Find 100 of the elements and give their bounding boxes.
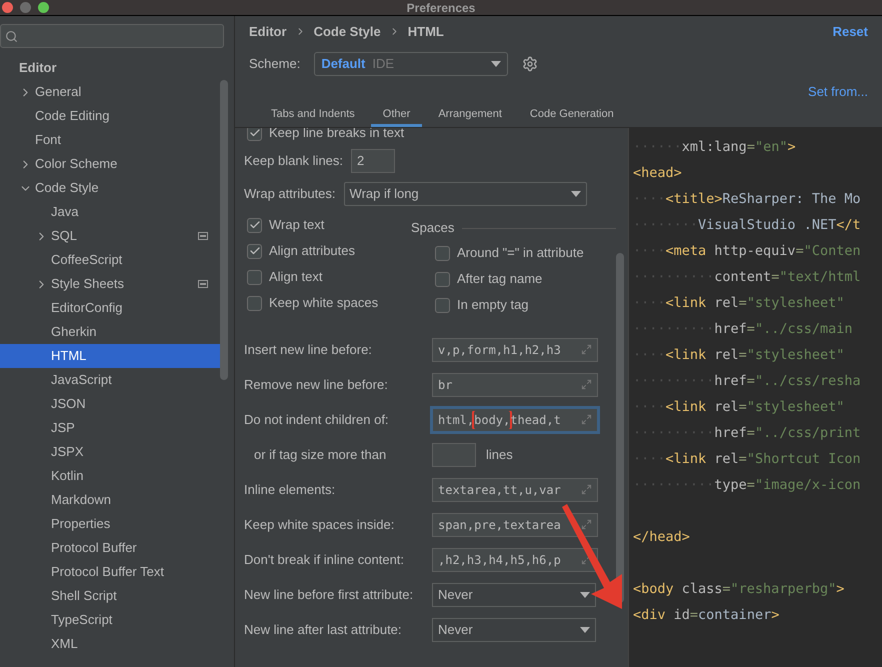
tab[interactable]: Tabs and Indents — [259, 105, 367, 127]
dropdown[interactable]: Wrap if long — [344, 182, 587, 206]
sidebar-item[interactable]: Code Editing — [0, 104, 220, 128]
caret-icon — [570, 191, 581, 197]
sidebar-item[interactable]: Kotlin — [0, 464, 220, 488]
checkbox-label: Around "=" in attribute — [457, 244, 584, 262]
expand-icon[interactable] — [581, 379, 592, 390]
dropdown[interactable]: Never — [432, 618, 596, 642]
checkbox[interactable] — [247, 296, 262, 310]
checkbox-label: Wrap text — [269, 216, 324, 234]
field-text: v,p,form,h1,h2,h3 — [438, 342, 561, 358]
zoom-button[interactable] — [38, 2, 49, 13]
sidebar-item[interactable]: HTML — [0, 344, 220, 368]
sidebar-item[interactable]: General — [0, 80, 220, 104]
sidebar-item[interactable]: JavaScript — [0, 368, 220, 392]
field-text: textarea,tt,u,var — [438, 482, 561, 498]
checkbox[interactable] — [247, 218, 262, 232]
field-label: New line after last attribute: — [244, 620, 403, 639]
sidebar-item[interactable]: CoffeeScript — [0, 248, 220, 272]
sidebar-item[interactable]: SQL — [0, 224, 220, 248]
code-line: ····<link rel="stylesheet" — [633, 346, 846, 365]
sidebar-item[interactable]: XML — [0, 632, 220, 656]
sidebar-item[interactable]: Shell Script — [0, 584, 220, 608]
code-line: <div id=container> — [633, 606, 780, 625]
expand-icon[interactable] — [581, 414, 592, 425]
tab[interactable]: Arrangement — [426, 105, 514, 127]
caret-icon — [491, 60, 502, 66]
field-label: Don't break if inline content: — [244, 550, 406, 569]
text-field[interactable]: v,p,form,h1,h2,h3 — [432, 338, 598, 362]
code-line: ····<link rel="Shortcut Icon — [633, 450, 862, 469]
sidebar-item[interactable]: Protocol Buffer Text — [0, 560, 220, 584]
tab[interactable]: Code Generation — [518, 105, 626, 127]
scheme-label: Scheme: — [249, 54, 300, 73]
checkbox-label: In empty tag — [457, 296, 529, 314]
field-label: Insert new line before: — [244, 340, 373, 359]
sidebar-item[interactable]: Code Style — [0, 176, 220, 200]
text-field[interactable]: textarea,tt,u,var — [432, 478, 598, 502]
code-line: ····<link rel="stylesheet" — [633, 294, 846, 313]
sidebar-item[interactable]: Color Scheme — [0, 152, 220, 176]
sidebar-item[interactable]: JSP — [0, 416, 220, 440]
sidebar-item[interactable]: Font — [0, 128, 220, 152]
minimize-button[interactable] — [20, 2, 31, 13]
caret-icon — [580, 626, 590, 632]
sidebar-item[interactable]: JSPX — [0, 440, 220, 464]
expand-icon[interactable] — [581, 519, 592, 530]
scrollbar[interactable] — [616, 253, 624, 603]
checkbox-label: Keep white spaces — [269, 294, 378, 312]
caret-icon — [580, 592, 590, 598]
expand-icon[interactable] — [581, 484, 592, 495]
sidebar-item[interactable]: EditorConfig — [0, 296, 220, 320]
field-text: span,pre,textarea — [438, 516, 561, 534]
checkbox[interactable] — [435, 246, 450, 260]
code-line: ········VisualStudio .NET</t — [633, 216, 862, 235]
scrollbar[interactable] — [220, 80, 228, 380]
breadcrumb-item: Editor — [249, 23, 287, 41]
checkbox-label: Align attributes — [269, 242, 355, 260]
field-label: Wrap attributes: — [244, 185, 336, 204]
scheme-dropdown[interactable]: Default IDE — [314, 52, 508, 76]
section-header: Editor — [18, 59, 58, 78]
sidebar-item[interactable]: JSON — [0, 392, 220, 416]
checkbox[interactable] — [247, 128, 262, 140]
group-title: Spaces — [411, 219, 454, 238]
search-field[interactable] — [0, 24, 224, 48]
code-line: <body class="resharperbg"> — [633, 580, 846, 599]
field-label: or if tag size more than — [253, 446, 388, 464]
sidebar-item[interactable]: TypeScript — [0, 608, 220, 632]
number-field[interactable]: 2 — [351, 149, 396, 173]
field-text: br — [438, 376, 452, 394]
set-from-link[interactable]: Set from... — [808, 82, 868, 101]
checkbox-label: Keep line breaks in text — [269, 128, 404, 142]
code-line: ··········href="../css/resha — [633, 372, 862, 391]
settings-icon[interactable] — [522, 56, 538, 72]
dropdown[interactable]: Never — [432, 582, 596, 606]
text-field[interactable]: ,h2,h3,h4,h5,h6,p — [432, 548, 598, 572]
text-field[interactable]: br — [432, 372, 598, 396]
sidebar-item[interactable]: Protocol Buffer — [0, 536, 220, 560]
field-text: body, — [474, 410, 510, 428]
close-button[interactable] — [2, 2, 13, 13]
text-field[interactable]: span,pre,textarea — [432, 512, 598, 536]
sidebar-item[interactable]: Properties — [0, 512, 220, 536]
checkbox[interactable] — [247, 270, 262, 284]
checkbox[interactable] — [435, 298, 450, 312]
code-line: ··········href="../css/print — [633, 424, 862, 443]
code-line: ··········href="../css/main — [633, 320, 854, 339]
checkbox-label: Align text — [269, 268, 322, 286]
sidebar-item[interactable]: Markdown — [0, 488, 220, 512]
field-text: html, — [438, 412, 474, 428]
code-line: ······xml:lang="en"> — [633, 138, 797, 157]
checkbox[interactable] — [247, 244, 262, 258]
expand-icon[interactable] — [581, 344, 592, 355]
field-label: Keep blank lines: — [244, 152, 344, 170]
sidebar-item[interactable]: Gherkin — [0, 320, 220, 344]
sidebar-item[interactable]: Java — [0, 200, 220, 224]
reset-link[interactable]: Reset — [832, 22, 868, 42]
code-line: ····<meta http-equiv="Conten — [633, 242, 862, 261]
sidebar-item[interactable]: Style Sheets — [0, 272, 220, 296]
number-field[interactable] — [432, 442, 476, 466]
checkbox[interactable] — [435, 272, 450, 286]
code-line: ··········type="image/x-icon — [633, 476, 862, 495]
tab[interactable]: Other — [370, 105, 422, 127]
